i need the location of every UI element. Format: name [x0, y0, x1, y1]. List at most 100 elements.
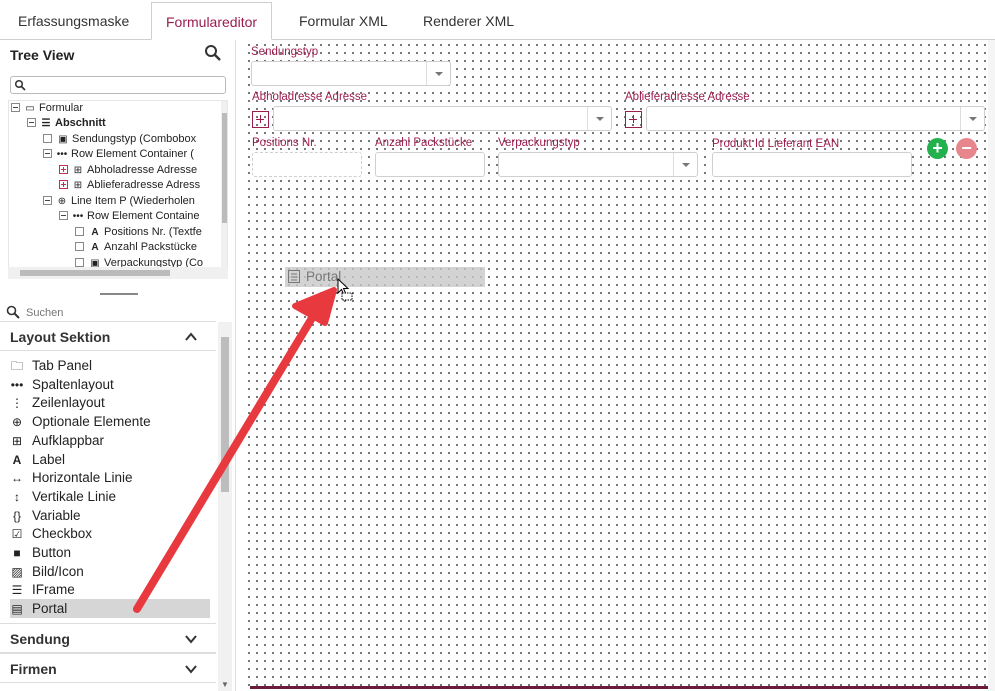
chevron-down-icon[interactable]	[960, 107, 984, 130]
ablieferadresse-combobox[interactable]	[646, 106, 985, 131]
scrollbar-thumb[interactable]	[20, 270, 170, 276]
form-canvas[interactable]	[244, 40, 995, 691]
checkbox-icon[interactable]	[75, 258, 84, 267]
collapse-icon[interactable]	[27, 118, 36, 127]
search-icon[interactable]	[204, 44, 222, 62]
checkbox-icon[interactable]	[43, 134, 52, 143]
checkbox-icon[interactable]	[75, 242, 84, 251]
tree-horizontal-scrollbar[interactable]	[8, 267, 228, 279]
plus-circle-icon: ⊕	[11, 415, 23, 430]
add-row-icon[interactable]: +	[927, 138, 948, 159]
chevron-down-icon[interactable]	[587, 107, 611, 130]
positions-input[interactable]	[252, 152, 362, 177]
palette-item-zeilenlayout[interactable]: ⋮ Zeilenlayout	[10, 393, 210, 412]
dots-horizontal-icon: •••	[10, 377, 24, 392]
expand-icon[interactable]	[59, 180, 68, 189]
tree-node[interactable]: ••• Row Element Containe	[59, 209, 200, 224]
palette-item-button[interactable]: ■ Button	[10, 543, 210, 562]
positions-label: Positions Nr.	[252, 137, 317, 149]
scrollbar-thumb[interactable]	[221, 337, 229, 492]
tree-node[interactable]: ☰ Abschnitt	[27, 116, 106, 131]
plus-square-icon: ⊞	[73, 165, 83, 176]
tree-filter-field[interactable]	[10, 76, 226, 94]
produkt-label: Produkt Id Lieferant EAN	[712, 138, 840, 150]
tab-erfassungsmaske[interactable]: Erfassungsmaske	[4, 2, 143, 40]
text-field-icon: A	[91, 242, 99, 253]
anzahl-label: Anzahl Packstücke	[375, 137, 473, 149]
collapse-icon[interactable]	[11, 103, 20, 112]
scrollbar-thumb[interactable]	[222, 113, 227, 223]
scroll-down-icon[interactable]: ▼	[221, 680, 229, 689]
produkt-input[interactable]	[712, 152, 912, 177]
tree-node[interactable]: ▣ Sendungstyp (Combobox	[43, 132, 196, 147]
dots-horizontal-icon: •••	[72, 211, 84, 222]
plus-square-icon: ⊞	[73, 180, 83, 191]
palette-vertical-scrollbar[interactable]: ▼	[218, 322, 232, 691]
chevron-down-icon[interactable]	[673, 153, 697, 176]
remove-row-icon[interactable]: −	[956, 138, 977, 159]
tab-formulareditor[interactable]: Formulareditor	[151, 2, 273, 40]
accordion-layout-sektion[interactable]: Layout Sektion	[0, 321, 216, 351]
palette-item-aufklappbar[interactable]: ⊞ Aufklappbar	[10, 431, 210, 450]
iframe-icon: ☰	[11, 583, 23, 598]
palette-item-horizontale-linie[interactable]: ↔ Horizontale Linie	[10, 468, 210, 487]
palette-item-iframe[interactable]: ☰ IFrame	[10, 580, 210, 599]
left-panel: Tree View ▭ Formular ☰ Abschnitt ▣ Sendungs…	[0, 40, 236, 691]
collapse-icon[interactable]	[43, 149, 52, 158]
list-icon: ☰	[41, 118, 51, 129]
palette-item-portal[interactable]: ▤ Portal	[10, 599, 210, 619]
palette-item-variable[interactable]: {} Variable	[10, 506, 210, 525]
panel-splitter[interactable]	[100, 293, 138, 295]
letter-a-icon: A	[12, 452, 22, 467]
drag-cursor-icon	[337, 278, 353, 301]
text-field-icon: A	[91, 227, 99, 238]
tab-formular-xml[interactable]: Formular XML	[285, 2, 402, 40]
palette-search-input[interactable]	[26, 304, 216, 322]
palette-item-bild-icon[interactable]: ▨ Bild/Icon	[10, 562, 210, 581]
palette-item-vertikale-linie[interactable]: ↕ Vertikale Linie	[10, 487, 210, 506]
palette-item-optionale-elemente[interactable]: ⊕ Optionale Elemente	[10, 412, 210, 431]
abholadresse-label: Abholadresse Adresse	[252, 91, 368, 103]
canvas-bottom-border	[250, 686, 988, 689]
palette-item-label[interactable]: A Label	[10, 450, 210, 469]
accordion-sendung[interactable]: Sendung	[0, 623, 216, 653]
chevron-down-icon[interactable]	[426, 62, 450, 85]
collapse-icon[interactable]	[59, 211, 68, 220]
tree-node[interactable]: ⊞ Abholadresse Adresse	[59, 163, 197, 178]
plus-square-icon[interactable]	[252, 111, 269, 128]
palette-item-checkbox[interactable]: ☑ Checkbox	[10, 524, 210, 543]
palette-item-spaltenlayout[interactable]: ••• Spaltenlayout	[10, 375, 210, 394]
verpackungstyp-combobox[interactable]	[498, 152, 698, 177]
tree-view-title: Tree View	[10, 47, 75, 63]
tree-node[interactable]: A Anzahl Packstücke	[75, 240, 197, 255]
ablieferadresse-label: Ablieferadresse Adresse	[625, 91, 750, 103]
portal-icon	[288, 270, 300, 283]
tree-node[interactable]: ⊞ Ablieferadresse Adress	[59, 178, 200, 193]
combobox-icon: ▣	[58, 134, 68, 145]
drag-ghost-portal: Portal	[285, 267, 485, 287]
folder-icon: 🗀	[10, 359, 23, 373]
tree-filter-input[interactable]	[29, 78, 223, 92]
collapse-icon[interactable]	[43, 196, 52, 205]
abholadresse-combobox[interactable]	[273, 106, 612, 131]
expand-icon[interactable]	[59, 165, 68, 174]
anzahl-input[interactable]	[375, 152, 485, 177]
checkbox-icon[interactable]	[75, 227, 84, 236]
tree-node[interactable]: ••• Row Element Container (	[43, 147, 194, 162]
search-icon	[6, 305, 20, 319]
palette-item-tab-panel[interactable]: 🗀 Tab Panel	[10, 356, 210, 375]
sendungstyp-combobox[interactable]	[251, 61, 451, 86]
tree-node[interactable]: ▭ Formular	[11, 101, 83, 116]
main-tabbar: Erfassungsmaske Formulareditor Formular …	[0, 0, 995, 40]
tree-node[interactable]: A Positions Nr. (Textfe	[75, 225, 202, 240]
dots-vertical-icon: ⋮	[11, 396, 23, 411]
tree-vertical-scrollbar[interactable]	[221, 101, 227, 267]
chevron-down-icon	[185, 665, 197, 674]
tab-renderer-xml[interactable]: Renderer XML	[409, 2, 528, 40]
tree-view: ▭ Formular ☰ Abschnitt ▣ Sendungstyp (Combo…	[8, 100, 228, 268]
accordion-firmen[interactable]: Firmen	[0, 653, 216, 683]
plus-square-icon[interactable]	[625, 111, 642, 128]
canvas-vertical-scrollbar[interactable]	[988, 40, 995, 691]
tree-node[interactable]: ⊕ Line Item P (Wiederholen	[43, 194, 195, 209]
chevron-up-icon	[185, 332, 197, 341]
